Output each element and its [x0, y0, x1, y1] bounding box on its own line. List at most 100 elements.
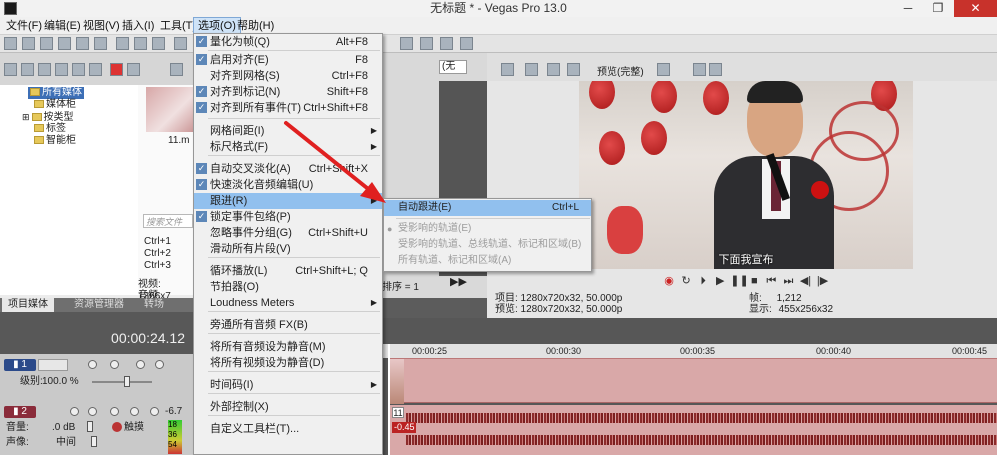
views-icon[interactable] [127, 63, 140, 76]
stop-icon[interactable]: ■ [747, 275, 761, 287]
tab-explorer[interactable]: 资源管理器 [68, 298, 130, 312]
bypass-icon[interactable] [88, 360, 97, 369]
paste-icon[interactable] [152, 37, 165, 50]
menu-edit[interactable]: 编辑(E) [40, 17, 85, 35]
options-menu-item[interactable]: ✓ 自动交叉淡化(A) Ctrl+Shift+X [194, 161, 382, 177]
render-icon[interactable] [76, 37, 89, 50]
level-slider-handle[interactable] [124, 376, 130, 387]
next-marker-icon[interactable]: ⏭ [781, 275, 795, 288]
properties-icon[interactable] [94, 37, 107, 50]
fx-icon[interactable] [110, 407, 119, 416]
menu-insert[interactable]: 插入(I) [118, 17, 158, 35]
remove-icon[interactable] [110, 63, 123, 76]
overlay-icon[interactable] [657, 63, 670, 76]
solo-icon[interactable] [155, 360, 164, 369]
external-monitor-icon[interactable] [525, 63, 538, 76]
preview-quality-select[interactable]: 预览(完整) [597, 63, 644, 78]
ripple-menu-item[interactable]: 自动跟进(E) Ctrl+L [384, 200, 591, 216]
time-ruler[interactable]: 00:00:25 00:00:30 00:00:35 00:00:40 00:0… [382, 344, 997, 358]
solo-icon[interactable] [150, 407, 159, 416]
options-menu-item[interactable]: ✓ 快速淡化音频编辑(U) [194, 177, 382, 193]
options-menu-item[interactable]: 滑动所有片段(V) [194, 241, 382, 257]
copy-icon[interactable] [134, 37, 147, 50]
save-icon[interactable] [40, 37, 53, 50]
toolbar-icon[interactable] [440, 37, 453, 50]
play-icon[interactable]: ▶ [713, 274, 727, 287]
options-menu-item[interactable]: 跟进(R) ▶ [194, 193, 382, 209]
tab-transitions[interactable]: 转场 [138, 298, 170, 312]
automation-icon[interactable] [112, 422, 122, 432]
options-menu-item[interactable]: 标尺格式(F) ▶ [194, 139, 382, 155]
mute-icon[interactable] [136, 360, 145, 369]
record-arm-icon[interactable] [70, 407, 79, 416]
new-icon[interactable] [4, 37, 17, 50]
search-input[interactable]: 搜索文件 [143, 214, 193, 228]
options-menu-item[interactable]: ✓ 锁定事件包络(P) [194, 209, 382, 225]
options-menu-item[interactable]: 忽略事件分组(G) Ctrl+Shift+U [194, 225, 382, 241]
video-event[interactable] [390, 358, 997, 404]
tree-item-all-media[interactable]: 所有媒体 [28, 87, 84, 99]
cut-icon[interactable] [116, 37, 129, 50]
properties-icon[interactable] [501, 63, 514, 76]
video-track-header[interactable]: ▮ 1 级别: 100.0 % [0, 354, 193, 402]
options-menu-item[interactable]: 将所有视频设为静音(D) [194, 355, 382, 371]
fx-icon[interactable] [547, 63, 560, 76]
toolbar-icon[interactable] [420, 37, 433, 50]
split-screen-icon[interactable] [567, 63, 580, 76]
media-thumbnail[interactable] [146, 87, 193, 132]
undo-icon[interactable] [174, 37, 187, 50]
get-media-icon[interactable] [38, 63, 51, 76]
audio-track-header[interactable]: ▮ 2 -6.7 音量: .0 dB 触摸 声像: 中间 18 36 54 [0, 402, 193, 455]
open-icon[interactable] [22, 37, 35, 50]
tree-item-tags[interactable]: 标签 [34, 123, 66, 135]
save-as-icon[interactable] [58, 37, 71, 50]
close-button[interactable]: ✕ [954, 0, 997, 17]
tab-project-media[interactable]: 项目媒体 [2, 298, 54, 312]
invert-phase-icon[interactable] [88, 407, 97, 416]
save-frame-icon[interactable] [709, 63, 722, 76]
options-menu-item[interactable]: 将所有音频设为静音(M) [194, 339, 382, 355]
search-icon[interactable] [89, 63, 102, 76]
prev-frame-icon[interactable]: ◀| [799, 274, 813, 287]
track-name-field[interactable] [38, 359, 68, 371]
options-menu-item[interactable]: 网格间距(I) ▶ [194, 123, 382, 139]
options-menu-item[interactable]: 时间码(I) ▶ [194, 377, 382, 393]
prev-marker-icon[interactable]: ⏮ [764, 275, 778, 288]
options-menu-item[interactable]: 自定义工具栏(T)... [194, 421, 382, 437]
tree-item-by-type[interactable]: ⊞ 按类型 [22, 111, 74, 123]
toolbar-icon[interactable] [460, 37, 473, 50]
loop-icon[interactable]: ↻ [679, 274, 693, 287]
volume-slider-handle[interactable] [87, 421, 93, 432]
pause-icon[interactable]: ❚❚ [730, 274, 748, 287]
toolbar-icon[interactable] [400, 37, 413, 50]
options-menu-item[interactable]: 节拍器(O) [194, 279, 382, 295]
play-from-start-icon[interactable]: ⏵ [696, 275, 710, 288]
options-menu-item[interactable]: 对齐到网格(S) Ctrl+F8 [194, 68, 382, 84]
pan-slider-handle[interactable] [91, 436, 97, 447]
options-menu-item[interactable]: 外部控制(X) [194, 399, 382, 415]
automation-mode[interactable]: 触摸 [124, 422, 144, 434]
fx-icon[interactable] [110, 360, 119, 369]
options-menu-item[interactable]: 旁通所有音频 FX(B) [194, 317, 382, 333]
cursor-line[interactable] [388, 344, 390, 455]
menu-view[interactable]: 视图(V) [79, 17, 124, 35]
play-icon[interactable] [170, 63, 183, 76]
tree-item-smart-bins[interactable]: 智能柜 [34, 135, 76, 147]
capture-icon[interactable] [21, 63, 34, 76]
copy-frame-icon[interactable] [693, 63, 706, 76]
import-icon[interactable] [4, 63, 17, 76]
minimize-button[interactable]: ─ [893, 0, 923, 17]
options-menu-item[interactable]: Loudness Meters ▶ [194, 295, 382, 311]
audio-event[interactable] [390, 405, 997, 455]
options-menu-item[interactable]: ✓ 对齐到所有事件(T) Ctrl+Shift+F8 [194, 100, 382, 116]
web-icon[interactable] [55, 63, 68, 76]
record-icon[interactable]: ◉ [662, 274, 676, 287]
options-menu-item[interactable]: ✓ 启用对齐(E) F8 [194, 52, 382, 68]
mute-icon[interactable] [130, 407, 139, 416]
options-menu-item[interactable]: ✓ 对齐到标记(N) Shift+F8 [194, 84, 382, 100]
preset-select[interactable]: (无 [439, 60, 467, 74]
level-slider[interactable] [92, 381, 152, 383]
maximize-button[interactable]: ❐ [923, 0, 953, 17]
refresh-icon[interactable] [72, 63, 85, 76]
play-icon[interactable]: ▶▶ [450, 275, 467, 288]
